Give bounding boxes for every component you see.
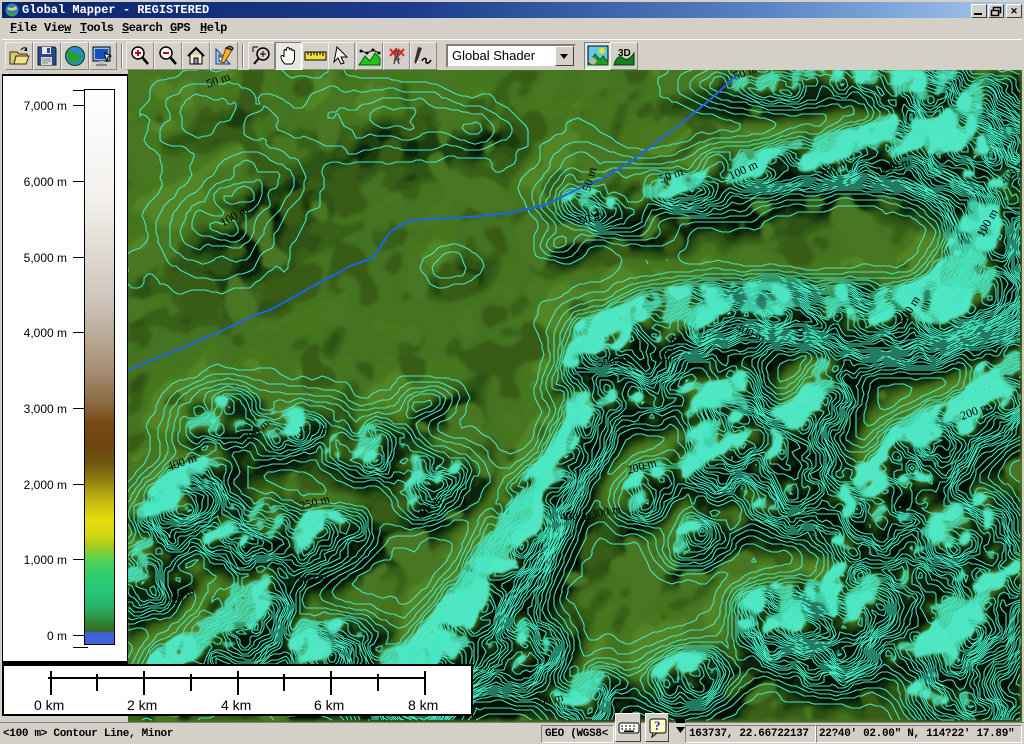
svg-text:100 m: 100 m: [792, 313, 809, 345]
svg-text:?: ?: [654, 718, 660, 733]
svg-text:3D: 3D: [618, 48, 631, 59]
svg-text:150 m: 150 m: [298, 423, 329, 437]
svg-text:400 m: 400 m: [560, 509, 591, 523]
